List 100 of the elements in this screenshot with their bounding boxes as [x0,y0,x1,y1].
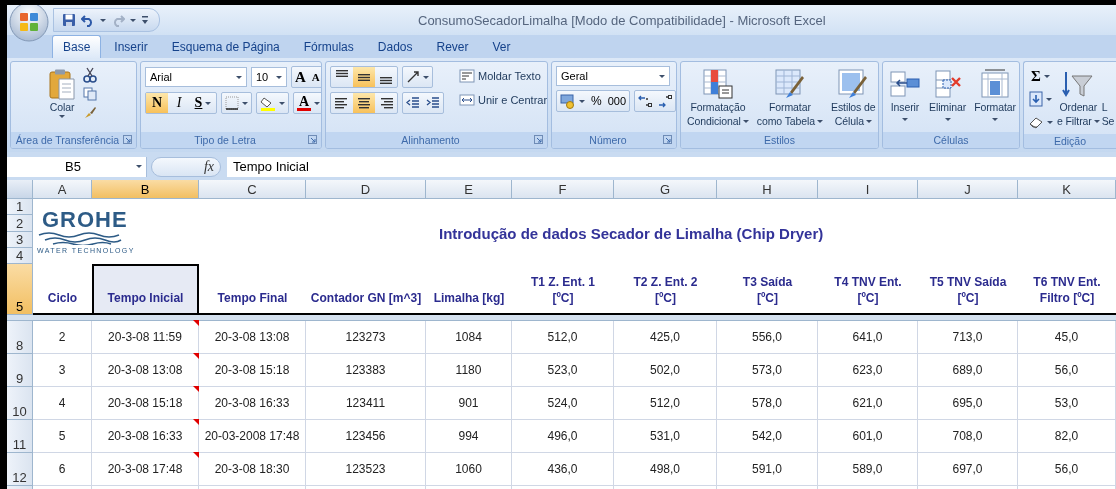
group-label: Células [933,134,969,146]
number-format-field[interactable]: Geral [556,66,670,86]
autosum-button[interactable]: Σ [1025,66,1056,86]
clipboard-icon [47,68,77,100]
merge-center-button[interactable]: Unir e Centrar [456,90,547,110]
column-header[interactable]: A [33,180,92,199]
wrap-text-button[interactable]: Moldar Texto [456,66,547,86]
ribbon-tab[interactable]: Rever [425,35,480,58]
caret-icon [944,117,951,121]
table-cell: 589,0 [852,462,883,476]
font-color-button[interactable]: A [294,93,321,113]
horizontal-align-button[interactable] [353,93,375,113]
table-cell: 556,0 [752,330,782,344]
caret-icon [1093,120,1100,123]
percent-button[interactable]: % [588,91,605,111]
conditional-format-button[interactable]: Formatação Condicional [685,66,751,129]
table-cell: 20-3-08 15:18 [214,363,290,377]
save-icon[interactable] [62,13,76,27]
launcher-icon[interactable] [308,135,317,144]
ribbon-tab[interactable]: Dados [366,35,424,58]
table-cell: 578,0 [752,396,782,410]
caret-icon [1043,74,1050,78]
insert-function-button[interactable]: fx [151,156,221,177]
caret-icon [423,75,429,79]
caret-icon [242,101,248,105]
table-cell: 53,0 [1054,396,1079,410]
align-middle-icon [358,73,370,81]
row-header[interactable]: 8 [7,321,33,354]
row-header[interactable]: 10 [7,387,33,420]
caret-icon [236,75,242,79]
paste-button[interactable]: Colar [45,66,79,119]
scissors-icon[interactable] [83,67,97,83]
delete-button[interactable]: Eliminar [927,66,969,124]
table-cell: 994 [458,429,479,443]
grow-font-button[interactable]: A [292,67,309,87]
table-cell: 708,0 [952,429,983,443]
ribbon-tab[interactable]: Inserir [103,35,159,58]
table-cell: 123523 [345,462,386,476]
ribbon-tab[interactable]: Ver [481,35,522,58]
row-header[interactable]: 9 [7,354,33,387]
group-label: Alinhamento [401,134,460,146]
launcher-icon[interactable] [534,135,543,144]
column-header[interactable]: E [426,180,512,199]
copy-icon[interactable] [83,87,97,101]
column-header[interactable]: B [92,180,199,199]
column-header[interactable]: G [614,180,717,199]
table-cell: 641,0 [852,330,883,344]
table-cell: 20-03-2008 17:48 [204,429,300,443]
column-header[interactable]: F [512,180,614,199]
table-cell: 621,0 [852,396,883,410]
row-header[interactable]: 11 [7,420,33,453]
paintbrush-icon[interactable] [83,105,97,119]
row-header[interactable]: 12 [7,453,33,486]
shrink-font-button[interactable]: A [308,67,321,87]
column-header[interactable]: K [1018,180,1116,199]
column-heading: Tempo Inicial [92,264,199,315]
format-table-button[interactable]: Formatar como Tabela [754,66,826,129]
vertical-align-button[interactable] [353,67,375,87]
align-top-icon [336,70,348,77]
name-box[interactable]: B5 [7,156,147,177]
font-size: 10 [256,71,269,83]
underline-button[interactable]: S [190,93,216,113]
column-header[interactable]: J [918,180,1018,199]
format-button[interactable]: Formatar [972,66,1018,124]
font-color-letter: A [298,95,310,108]
caret-icon [59,115,65,118]
sheet-title: Introdução de dados Secador de Limalha (Chip Dryer) [439,225,824,242]
table-cell: 1084 [455,330,482,344]
row-header[interactable]: 5 [7,264,33,315]
increase-indent-icon [426,96,440,110]
caret-icon [205,101,212,105]
column-header[interactable]: D [306,180,426,199]
ribbon-tab[interactable]: Esquema de Página [160,35,291,58]
row-header[interactable]: 1 [7,199,33,216]
find-select-button[interactable]: L Se [1100,66,1116,129]
table-cell: 512,0 [650,396,680,410]
undo-icon[interactable] [81,13,95,27]
thousands-button[interactable]: 000 [604,91,630,111]
launcher-icon[interactable] [663,135,672,144]
table-cell: 502,0 [650,363,680,377]
insert-button[interactable]: Inserir [887,66,923,124]
row-header[interactable]: 2 [7,215,33,232]
column-header[interactable]: H [717,180,818,199]
customize-icon[interactable] [141,15,149,25]
bold-button[interactable]: N [146,93,168,113]
ribbon-tab[interactable]: Fórmulas [292,35,365,58]
sort-filter-button[interactable]: Ordenar e Filtrar [1056,66,1101,129]
font-field[interactable]: Arial [145,67,247,87]
table-cell: 531,0 [650,429,680,443]
italic-button[interactable]: I [168,93,190,113]
launcher-icon[interactable] [123,135,132,144]
table-cell: 20-3-08 13:08 [214,330,290,344]
column-header[interactable]: I [818,180,918,199]
cell-styles-button[interactable]: Estilos de Célula [829,66,878,129]
table-cell: 123273 [345,330,386,344]
table-cell: 45,0 [1054,330,1079,344]
column-header[interactable]: C [199,180,306,199]
formula-field[interactable]: Tempo Inicial [227,156,1116,177]
font-size-field[interactable]: 10 [251,67,287,87]
ribbon-tab[interactable]: Base [52,35,102,58]
